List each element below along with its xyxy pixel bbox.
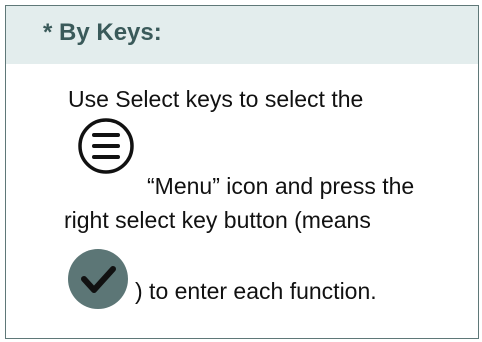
instruction-panel: * By Keys: Use Select keys to select the… [5, 5, 479, 339]
panel-header: * By Keys: [6, 6, 478, 64]
instruction-line-1: Use Select keys to select the [68, 86, 364, 112]
check-icon-circle [68, 249, 128, 309]
instruction-line-3: right select key button (means [64, 207, 371, 233]
instruction-line-2: “Menu” icon and press the [147, 173, 415, 199]
section-heading: * By Keys: [43, 19, 162, 46]
check-icon [68, 249, 128, 309]
instruction-line-4: ) to enter each function. [135, 278, 377, 304]
menu-icon [78, 118, 134, 174]
